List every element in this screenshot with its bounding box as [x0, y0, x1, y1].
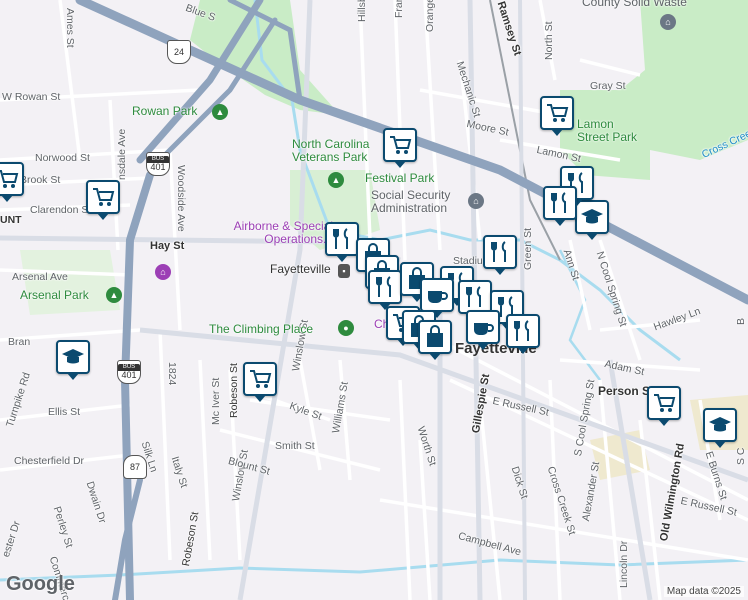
- nc-24-shield: 24: [167, 40, 191, 64]
- cart-icon: [250, 370, 272, 388]
- area-label: UNT: [0, 214, 22, 226]
- street-label: Norwood St: [35, 152, 90, 164]
- restaurant-pin[interactable]: [543, 186, 577, 226]
- tree-icon[interactable]: ▲: [106, 287, 122, 303]
- street-label: Bran: [8, 336, 31, 348]
- airborne-museum-label[interactable]: Airborne & Special Operations...: [203, 220, 333, 246]
- school-pin[interactable]: [56, 340, 90, 380]
- street-label: Brook St: [20, 174, 61, 186]
- coffee-pin[interactable]: [466, 310, 500, 350]
- map-canvas[interactable]: Blue S Ames St W Rowan St Norwood St Bro…: [0, 0, 748, 600]
- shopping-cart-pin[interactable]: [243, 362, 277, 402]
- cart-icon: [547, 104, 569, 122]
- graduation-cap-icon: [581, 209, 603, 224]
- sports-icon[interactable]: ●: [338, 320, 354, 336]
- landmark-icon[interactable]: ⌂: [660, 14, 676, 30]
- bag-icon: [427, 325, 443, 347]
- climbing-place-label[interactable]: The Climbing Place: [209, 323, 313, 336]
- street-label: Smith St: [275, 440, 315, 452]
- coffee-cup-icon: [428, 291, 448, 303]
- rowan-park-label[interactable]: Rowan Park: [132, 105, 197, 118]
- street-label: B: [735, 317, 747, 325]
- street-label: nsdale Ave: [116, 128, 128, 180]
- school-pin[interactable]: [703, 408, 737, 448]
- landmark-icon[interactable]: ⌂: [468, 193, 484, 209]
- fork-knife-icon: [466, 286, 481, 307]
- festival-park-label[interactable]: Festival Park: [365, 172, 434, 185]
- train-icon[interactable]: ▪: [338, 264, 350, 278]
- graduation-cap-icon: [62, 349, 84, 364]
- street-label: Arsenal Ave: [12, 271, 68, 283]
- street-label: Mc Iver St: [210, 377, 222, 425]
- fork-knife-icon: [376, 276, 391, 297]
- shopping-cart-pin[interactable]: [0, 162, 24, 202]
- i-87-shield: 87: [123, 455, 147, 479]
- street-label: Green St: [522, 227, 534, 270]
- shopping-cart-pin[interactable]: [383, 128, 417, 168]
- cart-icon: [390, 136, 412, 154]
- street-label: Hay St: [150, 240, 185, 252]
- museum-icon[interactable]: ⌂: [155, 264, 171, 280]
- cart-icon: [0, 170, 19, 188]
- street-label: Lincoln Dr: [618, 540, 630, 588]
- street-label: Clarendon St: [30, 204, 92, 216]
- us-401-shield: BUS 401: [146, 152, 170, 176]
- cart-icon: [93, 188, 115, 206]
- street-label: Orange: [424, 0, 436, 32]
- coffee-pin[interactable]: [420, 278, 454, 318]
- lamon-park-label[interactable]: Lamon Street Park: [577, 118, 647, 144]
- coffee-cup-icon: [474, 323, 494, 335]
- street-label: Ellis St: [48, 406, 81, 418]
- fork-knife-icon: [333, 228, 348, 249]
- fork-knife-icon: [491, 241, 506, 262]
- street-label: S C: [735, 447, 747, 465]
- restaurant-pin[interactable]: [368, 270, 402, 310]
- street-label: Chesterfield Dr: [14, 455, 85, 467]
- street-label: Gray St: [590, 80, 626, 92]
- cart-icon: [654, 394, 676, 412]
- restaurant-pin[interactable]: [325, 222, 359, 262]
- veterans-park-label[interactable]: North Carolina Veterans Park: [292, 138, 392, 164]
- shopping-cart-pin[interactable]: [86, 180, 120, 220]
- restaurant-pin[interactable]: [458, 280, 492, 320]
- creek: [0, 558, 748, 582]
- map-attribution[interactable]: Map data ©2025: [663, 586, 744, 597]
- street-label: Hillsb: [356, 0, 368, 22]
- shopping-bag-pin[interactable]: [418, 320, 452, 360]
- us-401-shield: BUS 401: [117, 360, 141, 384]
- street-label: Robeson St: [228, 363, 240, 418]
- shopping-cart-pin[interactable]: [540, 96, 574, 136]
- shopping-cart-pin[interactable]: [647, 386, 681, 426]
- restaurant-pin[interactable]: [483, 235, 517, 275]
- street-label: North St: [543, 21, 555, 60]
- street-label: Person St: [598, 384, 655, 398]
- tree-icon[interactable]: ▲: [212, 104, 228, 120]
- street-label: Fran: [393, 0, 405, 18]
- street-label: Woodside Ave: [175, 165, 187, 232]
- street-label: W Rowan St: [2, 91, 61, 103]
- county-waste-label[interactable]: County Solid Waste: [582, 0, 687, 9]
- graduation-cap-icon: [709, 417, 731, 432]
- fork-knife-icon: [514, 320, 529, 341]
- station-label[interactable]: Fayetteville: [270, 263, 331, 276]
- ssa-label[interactable]: Social Security Administration: [371, 189, 471, 215]
- street-label: Ames St: [64, 8, 76, 48]
- arsenal-park-label[interactable]: Arsenal Park: [20, 289, 89, 302]
- fork-knife-icon: [551, 192, 566, 213]
- restaurant-pin[interactable]: [506, 314, 540, 354]
- street-label: 1824: [166, 362, 178, 386]
- tree-icon[interactable]: ▲: [328, 172, 344, 188]
- google-logo: Google: [6, 573, 75, 595]
